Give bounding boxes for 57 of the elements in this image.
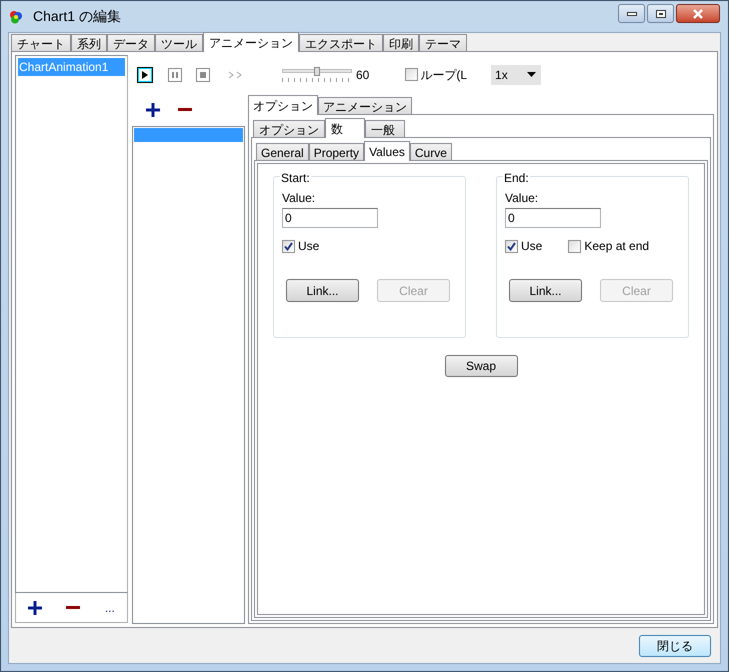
tab[interactable]: エクスポート xyxy=(299,34,383,51)
link-button[interactable]: Link... xyxy=(286,279,359,302)
app-icon xyxy=(9,10,23,24)
tab[interactable]: アニメーション xyxy=(203,32,299,52)
checkbox[interactable] xyxy=(568,240,582,252)
field-label: Value: xyxy=(282,190,316,207)
tab[interactable]: Curve xyxy=(410,143,452,160)
add-icon[interactable] xyxy=(28,600,42,614)
rate-dropdown[interactable]: 1x xyxy=(491,64,542,84)
tab[interactable]: 一般 xyxy=(365,120,405,137)
tab[interactable]: データ xyxy=(107,34,155,51)
remove-icon[interactable] xyxy=(178,108,192,112)
step-list[interactable] xyxy=(132,126,245,624)
tab[interactable]: 印刷 xyxy=(383,34,419,51)
tab[interactable]: オプション xyxy=(248,95,318,115)
minimize-icon xyxy=(626,12,636,16)
tab[interactable]: 数 xyxy=(325,118,365,138)
loop-checkbox[interactable] xyxy=(405,68,418,81)
value-field[interactable]: 0 xyxy=(505,208,601,228)
remove-icon[interactable] xyxy=(66,606,80,610)
stop-button[interactable] xyxy=(196,68,210,82)
pause-icon xyxy=(172,72,178,78)
speed-reading: 60 xyxy=(356,66,370,84)
close-button[interactable] xyxy=(676,4,720,23)
stop-icon xyxy=(200,72,206,78)
pause-button[interactable] xyxy=(168,68,182,82)
more-button[interactable]: ... xyxy=(104,598,115,616)
maximize-button[interactable] xyxy=(647,4,674,23)
window-title: Chart1 の編集 xyxy=(33,7,121,26)
field-label: Value: xyxy=(505,190,540,207)
speed-slider[interactable] xyxy=(282,66,352,82)
tab[interactable]: テーマ xyxy=(419,34,467,51)
play-button[interactable] xyxy=(138,68,152,82)
tab[interactable]: オプション xyxy=(253,120,325,137)
maximize-icon xyxy=(656,10,666,18)
play-icon xyxy=(142,70,148,78)
swap-button[interactable]: Swap xyxy=(444,355,518,377)
tab[interactable]: チャート xyxy=(11,34,71,51)
link-button[interactable]: Link... xyxy=(509,279,582,302)
checkbox-label[interactable]: Keep at end xyxy=(584,237,650,255)
close-icon xyxy=(692,8,704,18)
checkbox[interactable] xyxy=(282,240,295,252)
dropdown-arrow-icon xyxy=(527,72,536,77)
checkbox-label[interactable]: Use xyxy=(521,237,542,255)
tab[interactable]: アニメーション xyxy=(318,97,412,114)
tab[interactable]: Property xyxy=(308,143,364,160)
loop-label[interactable]: ループ(L xyxy=(420,66,468,84)
close-dialog-button[interactable]: 閉じる xyxy=(639,634,711,656)
tab[interactable]: 系列 xyxy=(71,34,107,51)
tab[interactable]: General xyxy=(256,143,309,160)
minimize-button[interactable] xyxy=(618,4,645,23)
tab[interactable]: ツール xyxy=(155,34,203,51)
checkbox-label[interactable]: Use xyxy=(298,237,320,255)
checkbox[interactable] xyxy=(505,240,518,252)
tab[interactable]: Values xyxy=(364,141,410,161)
value-field[interactable]: 0 xyxy=(282,208,378,228)
add-icon[interactable] xyxy=(146,103,160,117)
